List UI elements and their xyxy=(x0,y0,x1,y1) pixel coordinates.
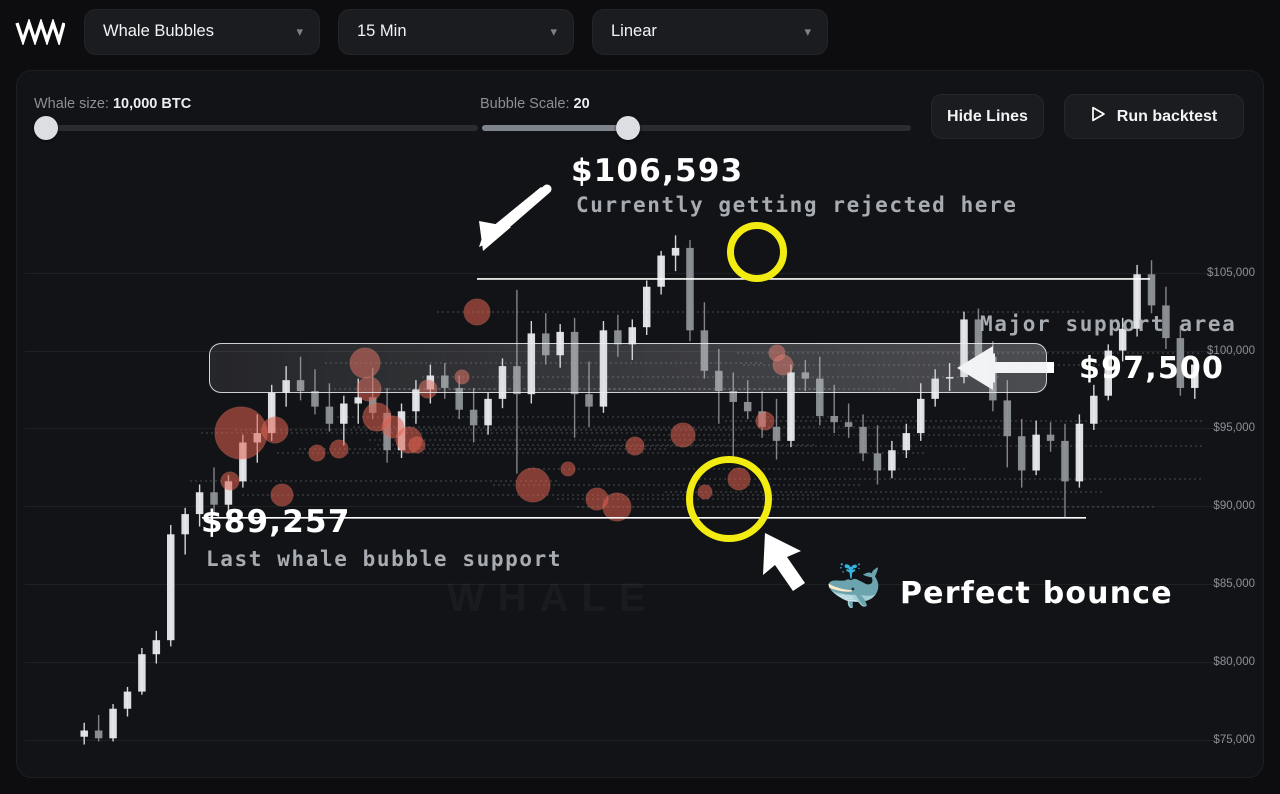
chevron-down-icon: ▾ xyxy=(296,24,303,39)
candles xyxy=(80,235,1199,745)
y-axis-tick: $100,000 xyxy=(1207,344,1255,357)
mode-select-value: Whale Bubbles xyxy=(103,22,214,40)
y-axis-tick: $80,000 xyxy=(1213,656,1255,668)
play-triangle-icon xyxy=(1091,106,1106,127)
wave-w-logo-icon[interactable] xyxy=(14,17,66,47)
bubble-scale-slider[interactable] xyxy=(482,116,911,140)
whale-size-slider[interactable] xyxy=(34,116,478,140)
whale-size-label: Whale size: 10,000 BTC xyxy=(34,96,192,112)
chevron-down-icon: ▾ xyxy=(550,24,557,39)
scale-select-value: Linear xyxy=(611,22,657,40)
bubble-scale-label: Bubble Scale: 20 xyxy=(480,96,590,112)
y-axis-tick: $85,000 xyxy=(1213,578,1255,591)
y-axis-tick: $90,000 xyxy=(1213,500,1255,513)
whale-size-control: Whale size: 10,000 BTC xyxy=(34,96,191,112)
hide-lines-button[interactable]: Hide Lines xyxy=(931,94,1044,139)
bubble-scale-control: Bubble Scale: 20 xyxy=(480,96,590,112)
bubble-scale-value: 20 xyxy=(573,96,590,112)
whale-size-value: 10,000 BTC xyxy=(112,96,192,112)
hide-lines-label: Hide Lines xyxy=(947,107,1028,125)
y-axis-tick: $75,000 xyxy=(1213,733,1255,746)
timeframe-select[interactable]: 15 Min ▾ xyxy=(338,8,574,55)
timeframe-select-value: 15 Min xyxy=(357,22,407,40)
price-chart[interactable]: WHALE $105,000$100,000$95,000$90,000$85,… xyxy=(17,171,1263,777)
mode-select[interactable]: Whale Bubbles ▾ xyxy=(84,8,320,55)
scale-select[interactable]: Linear ▾ xyxy=(592,8,828,55)
run-backtest-label: Run backtest xyxy=(1116,107,1218,125)
chevron-down-icon: ▾ xyxy=(804,24,811,39)
bubble-scale-slider-fill xyxy=(482,125,628,131)
whale-size-slider-knob[interactable] xyxy=(34,116,58,140)
controls-bar: Whale size: 10,000 BTC Bubble Scale: 20 … xyxy=(17,71,1263,149)
run-backtest-button[interactable]: Run backtest xyxy=(1064,94,1244,139)
candlestick-svg xyxy=(80,235,1202,745)
y-axis-tick: $95,000 xyxy=(1213,422,1255,435)
y-axis-tick: $105,000 xyxy=(1207,266,1255,279)
top-bar: Whale Bubbles ▾ 15 Min ▾ Linear ▾ xyxy=(0,0,1280,63)
app-root: Whale Bubbles ▾ 15 Min ▾ Linear ▾ Whale … xyxy=(0,0,1280,794)
bubble-scale-slider-knob[interactable] xyxy=(615,116,640,140)
chart-card: Whale size: 10,000 BTC Bubble Scale: 20 … xyxy=(16,70,1264,778)
